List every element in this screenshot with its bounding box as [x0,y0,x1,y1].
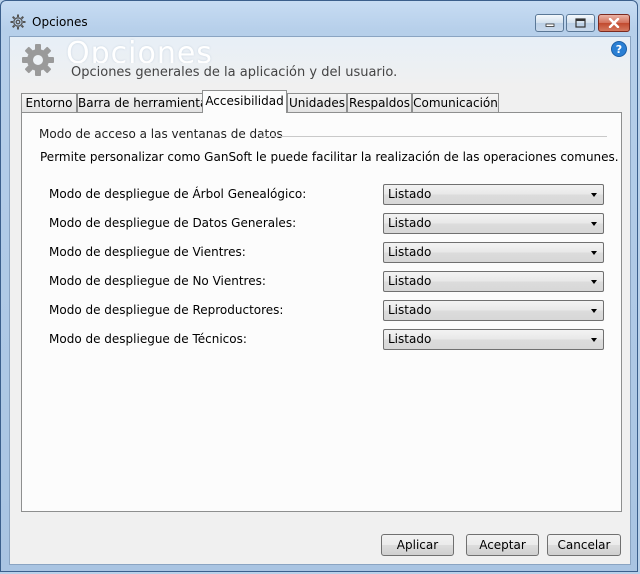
minimize-icon [545,23,554,27]
accesibilidad-panel: Modo de acceso a las ventanas de datos P… [21,112,622,512]
tab-respaldos[interactable]: Respaldos [347,93,412,112]
options-window: Opciones Opciones Opciones generales de … [0,0,638,572]
combo-datos-generales[interactable]: Listado [383,213,604,234]
maximize-button[interactable] [566,14,595,32]
combo-value: Listado [388,216,432,230]
chevron-down-icon [591,280,597,284]
tab-comunicacion[interactable]: Comunicación [412,93,499,112]
chevron-down-icon [591,309,597,313]
combo-no-vientres[interactable]: Listado [383,271,604,292]
dialog-footer: Aplicar Aceptar Cancelar [10,520,630,564]
combo-tecnicos[interactable]: Listado [383,329,604,350]
combo-value: Listado [388,332,432,346]
tab-accesibilidad[interactable]: Accesibilidad [202,90,287,113]
combo-vientres[interactable]: Listado [383,242,604,263]
chevron-down-icon [591,222,597,226]
svg-text:?: ? [616,43,622,56]
combo-value: Listado [388,245,432,259]
tab-barra-de-herramientas[interactable]: Barra de herramientas [77,93,214,112]
accept-button[interactable]: Aceptar [466,534,539,556]
row-label-vientres: Modo de despliegue de Vientres: [49,245,246,259]
combo-arbol-genealogico[interactable]: Listado [383,184,604,205]
row-label-datos-generales: Modo de despliegue de Datos Generales: [49,216,297,230]
row-label-no-vientres: Modo de despliegue de No Vientres: [49,274,266,288]
maximize-icon [575,18,586,28]
group-divider [259,136,607,137]
row-label-tecnicos: Modo de despliegue de Técnicos: [49,332,247,346]
combo-reproductores[interactable]: Listado [383,300,604,321]
gear-icon[interactable] [10,14,26,30]
combo-value: Listado [388,303,432,317]
apply-button[interactable]: Aplicar [381,534,454,556]
group-title: Modo de acceso a las ventanas de datos [39,127,283,141]
chevron-down-icon [591,193,597,197]
panel-description: Permite personalizar como GanSoft le pue… [40,150,619,164]
header-band: Opciones Opciones generales de la aplica… [10,36,630,87]
row-label-arbol-genealogico: Modo de despliegue de Árbol Genealógico: [49,187,307,201]
close-button[interactable] [598,14,630,32]
chevron-down-icon [591,251,597,255]
header-title: Opciones [66,36,213,63]
close-icon [608,18,620,28]
header-subtitle: Opciones generales de la aplicación y de… [71,65,398,80]
help-icon[interactable]: ? [611,41,627,57]
minimize-button[interactable] [535,14,564,32]
combo-value: Listado [388,187,432,201]
gear-icon [22,44,54,76]
cancel-button[interactable]: Cancelar [547,534,621,556]
chevron-down-icon [591,338,597,342]
tab-entorno[interactable]: Entorno [21,93,77,112]
title-bar[interactable]: Opciones [1,1,639,32]
tab-unidades[interactable]: Unidades [287,93,347,112]
combo-value: Listado [388,274,432,288]
client-area: Opciones Opciones generales de la aplica… [9,36,631,565]
row-label-reproductores: Modo de despliegue de Reproductores: [49,303,284,317]
window-title: Opciones [32,15,88,29]
